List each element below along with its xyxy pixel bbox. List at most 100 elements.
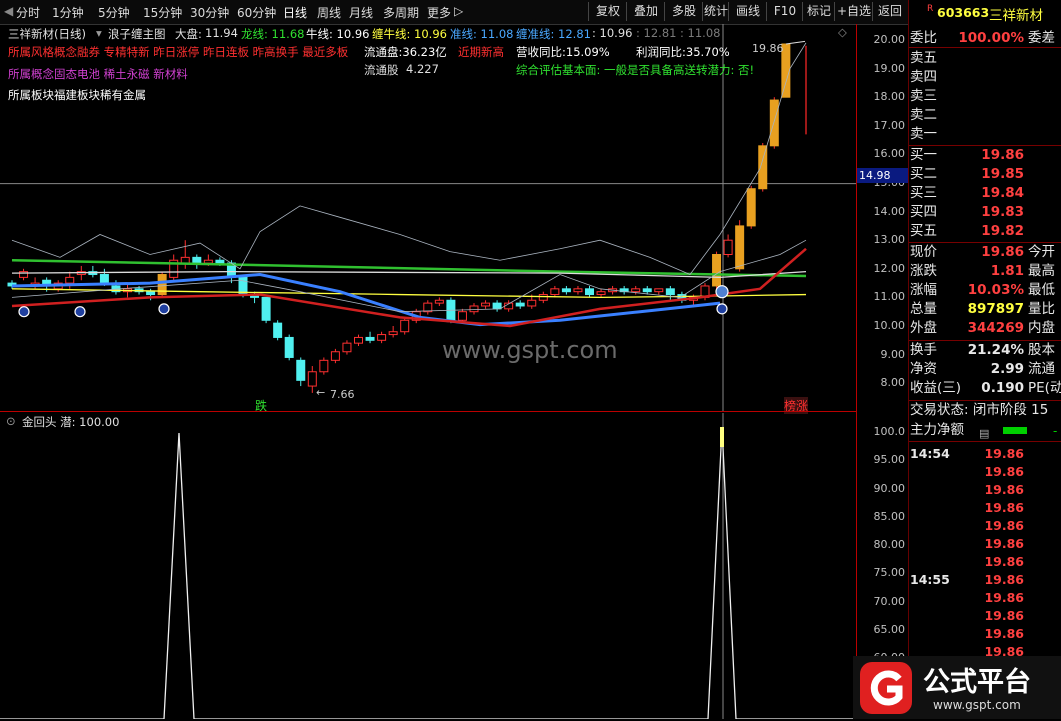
period-tab-fenshi[interactable]: 分时: [16, 4, 40, 21]
buy-level-label: 买四: [910, 204, 937, 220]
signal-marker: [716, 303, 728, 315]
indicator-pane[interactable]: ⊙ 金回头 潜: 100.00: [0, 413, 856, 719]
chart-settings-icon[interactable]: ◇: [838, 25, 847, 39]
candle-body: [665, 288, 675, 296]
indicator-name[interactable]: 浪子缠主图: [108, 26, 166, 42]
f10-button[interactable]: F10: [766, 2, 803, 21]
stat-extra-label: 今开: [1028, 244, 1055, 260]
tick-price: 19.86: [984, 626, 1024, 641]
main-net-label: 主力净额: [910, 422, 964, 438]
biaoji-button[interactable]: 标记: [802, 2, 835, 21]
sell-row: 卖二: [909, 106, 1061, 125]
tick-row: 19.86: [909, 552, 1061, 571]
candle-body: [342, 342, 352, 353]
buy-row: 买一 19.86: [909, 146, 1061, 165]
candle-body: [180, 256, 190, 264]
candle-body: [758, 145, 768, 190]
tick-price: 19.86: [984, 518, 1024, 533]
stat-value: 19.86: [981, 244, 1024, 260]
candle-body: [654, 288, 664, 293]
tongji-button[interactable]: 统计: [702, 2, 729, 21]
stock-period-label: 三祥新材(日线): [8, 27, 86, 41]
candle-body: [642, 288, 652, 293]
scroll-left-icon[interactable]: ◀: [4, 4, 13, 18]
period-tab-multi[interactable]: 多周期: [383, 4, 419, 21]
price-tick-label: 11.00: [873, 290, 906, 304]
period-tab-weekly[interactable]: 周线: [317, 4, 341, 21]
stat-extra-label: 量比: [1028, 301, 1055, 317]
stat-value: 897897: [967, 301, 1024, 317]
more-arrow-icon[interactable]: ▷: [454, 4, 463, 18]
candle-body: [423, 302, 433, 313]
sell-row: 卖五: [909, 49, 1061, 68]
low-price-label: 7.66: [330, 388, 355, 401]
period-tab-5min[interactable]: 5分钟: [98, 4, 130, 21]
add-watchlist-button[interactable]: +自选: [834, 2, 873, 21]
buy-level-price: 19.82: [981, 223, 1024, 239]
stat-row: 外盘 344269 内盘: [909, 319, 1061, 338]
fuquan-button[interactable]: 复权: [588, 2, 627, 21]
signal-marker: [158, 303, 170, 315]
stat-row: 涨幅 10.03% 最低: [909, 281, 1061, 300]
value-c: : 11.08: [680, 26, 721, 40]
buy-row: 买五 19.82: [909, 222, 1061, 241]
period-tab-15min[interactable]: 15分钟: [143, 4, 182, 21]
buy-row: 买二 19.85: [909, 165, 1061, 184]
candle-body: [735, 225, 745, 270]
signal-marker: [18, 306, 30, 318]
main-kline-chart[interactable]: 三祥新材(日线) ▾ 浪子缠主图 大盘: 11.94 龙线: 11.68 牛线:…: [0, 24, 856, 414]
buy-level-price: 19.86: [981, 147, 1024, 163]
stat2-value: 0.190: [981, 380, 1024, 396]
indicator-tick-label: 100.0: [873, 425, 906, 438]
low-arrow-icon: ←: [316, 386, 326, 399]
indicator-canvas[interactable]: [0, 413, 856, 719]
indicator-dropdown-icon[interactable]: ▾: [96, 26, 102, 40]
tick-price: 19.86: [984, 608, 1024, 623]
trade-status-row: 交易状态: 闭市阶段 15: [909, 401, 1061, 420]
candle-body: [284, 336, 294, 358]
brand-logo: 公式平台 www.gspt.com: [853, 656, 1061, 719]
stat-label: 涨幅: [910, 282, 937, 298]
concept-line: 所属概念固态电池 稀土永磁 新材料: [8, 67, 188, 81]
sell-level-label: 卖二: [910, 107, 937, 123]
tick-row: 14:55 19.86: [909, 570, 1061, 589]
candle-body: [99, 274, 109, 284]
longxian-value: 龙线: 11.68: [241, 27, 305, 41]
period-tab-60min[interactable]: 60分钟: [237, 4, 276, 21]
kline-canvas[interactable]: [0, 24, 856, 412]
tick-price: 19.86: [984, 590, 1024, 605]
candle-body: [365, 336, 375, 341]
high-price-label: 19.86: [752, 42, 784, 55]
stat2-row: 净资 2.99 流通: [909, 360, 1061, 379]
divider: [909, 441, 1061, 442]
main-net-row[interactable]: 主力净额 ▤ -: [909, 421, 1061, 440]
price-tick-label: 20.00: [873, 33, 906, 46]
duogu-button[interactable]: 多股: [664, 2, 703, 21]
buy-level-label: 买三: [910, 185, 937, 201]
quote-panel: R 603663 三祥新材 委比 100.00% 委差 交易状态: 闭市阶段 1…: [908, 0, 1061, 719]
period-tab-more[interactable]: 更多: [427, 4, 451, 21]
jinhuitou-peak: [720, 427, 724, 447]
back-button[interactable]: 返回: [872, 2, 907, 21]
period-tab-30min[interactable]: 30分钟: [190, 4, 229, 21]
period-tab-daily[interactable]: 日线: [283, 4, 307, 21]
diejia-button[interactable]: 叠加: [626, 2, 665, 21]
candle-body: [561, 288, 571, 293]
indicator-tick-label: 80.00: [873, 538, 906, 551]
signal-marker: [74, 306, 86, 318]
indicator-tick-label: 90.00: [873, 481, 906, 495]
period-tab-monthly[interactable]: 月线: [349, 4, 373, 21]
buy-level-label: 买一: [910, 147, 937, 163]
candle-body: [550, 288, 560, 296]
indicator-settings-icon[interactable]: ⊙: [6, 414, 16, 428]
liutongpan-value: 流通盘:36.23亿: [364, 44, 447, 60]
net-flow-sign: -: [1053, 424, 1058, 438]
stat-extra-label: 最高: [1028, 263, 1055, 279]
period-tab-1min[interactable]: 1分钟: [52, 4, 84, 21]
stat-label: 涨跌: [910, 263, 937, 279]
tick-row: 19.86: [909, 516, 1061, 535]
sell-level-label: 卖四: [910, 69, 937, 85]
candle-body: [769, 99, 779, 147]
zhunxian-value: 准线: 11.08: [450, 27, 514, 41]
huaxian-button[interactable]: 画线: [728, 2, 767, 21]
